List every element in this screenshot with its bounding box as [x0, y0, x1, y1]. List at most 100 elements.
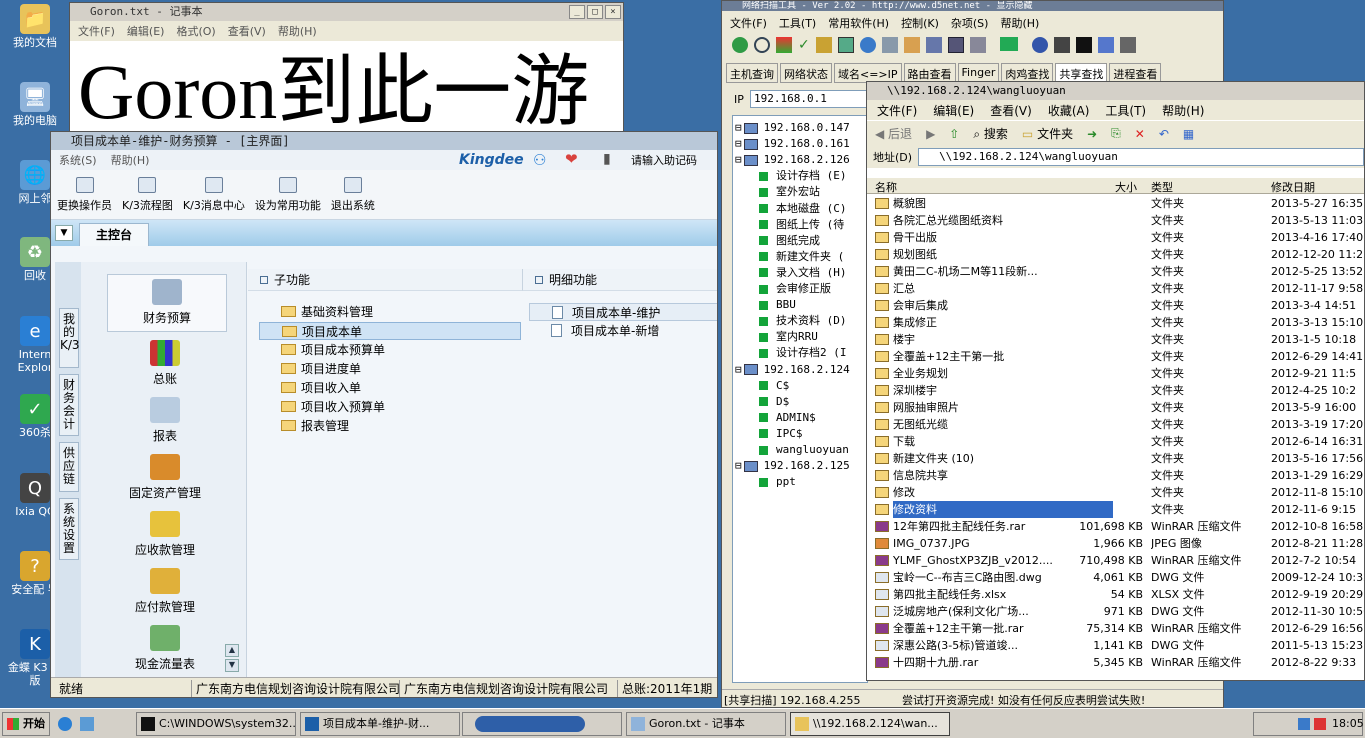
globe-icon[interactable] [859, 37, 876, 53]
flag-icon[interactable] [776, 37, 792, 53]
exit-system-button[interactable]: 退出系统 [331, 170, 375, 219]
tree-share[interactable]: ADMIN$ [759, 410, 816, 426]
file-row[interactable]: 修改资料 文件夹 2012-11-6 9:15 [867, 501, 1364, 518]
menu-view[interactable]: 查看(V) [990, 102, 1032, 119]
address-input[interactable]: \\192.168.2.124\wangluoyuan [918, 148, 1364, 166]
network-icon[interactable] [881, 37, 898, 53]
sub-item[interactable]: 基础资料管理 [259, 303, 521, 321]
menu-view[interactable]: 查看(V) [228, 23, 266, 39]
tab-broiler-find[interactable]: 肉鸡查找 [1001, 63, 1054, 83]
module-cash-flow[interactable]: 现金流量表 [105, 625, 225, 672]
up-button[interactable]: ⇧ [949, 127, 959, 141]
task-redacted[interactable] [462, 712, 622, 736]
module-report[interactable]: 报表 [105, 397, 225, 444]
screen-icon[interactable] [947, 37, 964, 53]
detail-item-cost-new[interactable]: 项目成本单-新增 [529, 322, 659, 340]
column-type[interactable]: 类型 [1151, 179, 1173, 195]
side-tab-system-settings[interactable]: 系统设置 [59, 498, 79, 560]
file-row[interactable]: 会审后集成 文件夹 2013-3-4 14:51 [867, 297, 1364, 314]
tray-security-icon[interactable] [1314, 718, 1326, 730]
file-row[interactable]: 泛城房地产(保利文化广场... 971 KB DWG 文件 2012-11-30 10… [867, 603, 1364, 620]
tree-share[interactable]: 本地磁盘 (C) [759, 201, 847, 217]
scanner-titlebar[interactable]: 网络扫描工具 - Ver 2.02 - http://www.d5net.net… [722, 1, 1223, 11]
find-user-icon[interactable] [925, 37, 942, 53]
menu-help[interactable]: 帮助(H) [278, 23, 317, 39]
file-row[interactable]: IMG_0737.JPG 1,966 KB JPEG 图像 2012-8-21 11:… [867, 535, 1364, 552]
tree-share[interactable]: C$ [759, 378, 789, 394]
k3-message-center-button[interactable]: K/3消息中心 [183, 170, 245, 219]
file-row[interactable]: 骨干出版 文件夹 2013-4-16 17:40 [867, 229, 1364, 246]
tab-domain-ip[interactable]: 域名<=>IP [834, 63, 902, 83]
tree-share[interactable]: BBU [759, 297, 796, 313]
file-row[interactable]: 网服抽审照片 文件夹 2013-5-9 16:00 [867, 399, 1364, 416]
menu-file[interactable]: 文件(F) [877, 102, 917, 119]
tree-share[interactable]: ppt [759, 474, 796, 490]
search-button[interactable]: ⌕ 搜索 [973, 125, 1008, 142]
views-icon[interactable]: ▦ [1183, 127, 1194, 141]
check-icon[interactable]: ✓ [798, 37, 810, 57]
menu-file[interactable]: 文件(F) [730, 15, 767, 31]
kingdee-titlebar[interactable]: 项目成本单-维护-财务预算 - [主界面] [51, 132, 717, 150]
sub-item[interactable]: 项目收入单 [259, 379, 361, 397]
module-receivables[interactable]: 应收款管理 [105, 511, 225, 558]
sub-item[interactable]: 报表管理 [259, 417, 349, 435]
expand-icon[interactable]: ⊟ [735, 121, 742, 134]
module-scroll-up-button[interactable]: ▲ [225, 644, 239, 657]
side-tab-finance[interactable]: 财务会计 [59, 374, 79, 436]
module-payables[interactable]: 应付款管理 [105, 568, 225, 615]
module-fixed-assets[interactable]: 固定资产管理 [105, 454, 225, 501]
tab-finger[interactable]: Finger [957, 63, 1000, 83]
mnemonic-search-input[interactable]: 请输入助记码 [631, 152, 697, 168]
menu-edit[interactable]: 编辑(E) [933, 102, 974, 119]
file-row[interactable]: 修改 文件夹 2012-11-8 15:10 [867, 484, 1364, 501]
menu-tools[interactable]: 工具(T) [779, 15, 816, 31]
ie-quicklaunch-icon[interactable] [58, 717, 72, 731]
tree-share[interactable]: 会审修正版 [759, 281, 831, 297]
tree-share[interactable]: 技术资料 (D) [759, 313, 847, 329]
desktop-icon-my-documents[interactable]: 📁 我的文档 [4, 4, 66, 49]
menu-file[interactable]: 文件(F) [78, 23, 115, 39]
file-row[interactable]: 新建文件夹 (10) 文件夹 2013-5-16 17:56 [867, 450, 1364, 467]
tree-host[interactable]: ⊟ 192.168.0.161 [735, 136, 850, 152]
menu-help[interactable]: 帮助(H) [1000, 15, 1039, 31]
file-row[interactable]: 信息院共享 文件夹 2013-1-29 16:29 [867, 467, 1364, 484]
terminal-icon[interactable] [1075, 37, 1092, 53]
back-button[interactable]: ◀ 后退 [875, 125, 912, 142]
file-row[interactable]: 汇总 文件夹 2012-11-17 9:58 [867, 280, 1364, 297]
module-general-ledger[interactable]: 总账 [105, 340, 225, 387]
file-row[interactable]: 规划图纸 文件夹 2012-12-20 11:25 [867, 246, 1364, 263]
monitor-icon[interactable] [999, 37, 1018, 51]
side-tab-supply-chain[interactable]: 供应链 [59, 442, 79, 492]
expand-icon[interactable]: ⊟ [735, 137, 742, 150]
pen-icon[interactable] [1097, 37, 1114, 53]
tab-process[interactable]: 进程查看 [1109, 63, 1162, 83]
forward-button[interactable]: ▶ [926, 127, 935, 141]
tab-host-query[interactable]: 主机查询 [726, 63, 778, 83]
undo-icon[interactable]: ↶ [1159, 127, 1169, 141]
file-row[interactable]: 概貌图 文件夹 2013-5-27 16:35 [867, 195, 1364, 212]
module-scroll-down-button[interactable]: ▼ [225, 659, 239, 672]
detail-item-cost-maintain[interactable]: 项目成本单-维护 [529, 303, 717, 321]
menu-system[interactable]: 系统(S) [59, 152, 97, 168]
tree-share[interactable]: 室外宏站 [759, 184, 820, 200]
tray-network-icon[interactable] [1298, 718, 1310, 730]
tool-icon[interactable] [815, 37, 832, 53]
printer-icon[interactable] [1119, 37, 1136, 53]
notepad-content[interactable]: Goron到此一游 [78, 47, 589, 131]
sub-item-selected[interactable]: 项目成本单 [259, 322, 521, 340]
file-row[interactable]: YLMF_GhostXP3ZJB_v2012.... 710,498 KB WinR… [867, 552, 1364, 569]
side-tab-my-k3[interactable]: 我的K/3 [59, 308, 80, 368]
file-row[interactable]: 十四期十九册.rar 5,345 KB WinRAR 压缩文件 2012-8-22 9… [867, 654, 1364, 671]
menu-help[interactable]: 帮助(H) [111, 152, 150, 168]
tree-share[interactable]: 图纸完成 [759, 233, 820, 249]
maximize-button[interactable]: □ [587, 5, 603, 19]
info-icon[interactable] [1031, 37, 1048, 53]
image-icon[interactable] [837, 37, 854, 53]
file-row[interactable]: 全业务规划 文件夹 2012-9-21 11:5 [867, 365, 1364, 382]
tree-host[interactable]: ⊟ 192.168.0.147 [735, 120, 850, 136]
change-operator-button[interactable]: 更换操作员 [57, 170, 112, 219]
folders-button[interactable]: ▭ 文件夹 [1022, 125, 1073, 142]
people-icon[interactable]: ⚇ [533, 151, 546, 169]
tree-host[interactable]: ⊟ 192.168.2.124 [735, 362, 850, 378]
tree-share[interactable]: 图纸上传 (待 [759, 217, 844, 233]
